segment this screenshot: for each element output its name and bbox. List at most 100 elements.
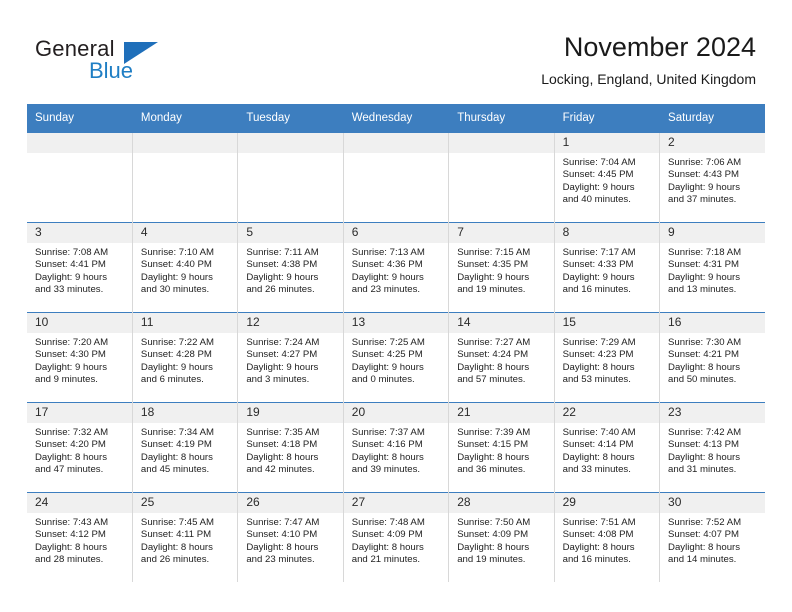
calendar-day-cell[interactable]: 18 Sunrise: 7:34 AM Sunset: 4:19 PM Dayligh… (132, 402, 239, 493)
daylight-duration-line2: and 50 minutes. (668, 374, 737, 386)
calendar-cell-empty (27, 132, 133, 223)
calendar-day-cell[interactable]: 17 Sunrise: 7:32 AM Sunset: 4:20 PM Dayligh… (27, 402, 133, 493)
weekday-header-tuesday: Tuesday (237, 104, 344, 133)
sunset-time: Sunset: 4:35 PM (457, 259, 529, 271)
calendar-day-cell[interactable]: 4 Sunrise: 7:10 AM Sunset: 4:40 PM Daylight… (132, 222, 239, 313)
daylight-duration-line2: and 57 minutes. (457, 374, 526, 386)
daylight-duration-line1: Daylight: 9 hours (668, 271, 741, 283)
day-number (238, 133, 343, 153)
day-number: 12 (238, 313, 343, 333)
page-header: General Blue November 2024 Locking, Engl… (0, 0, 792, 100)
daylight-duration-line1: Daylight: 9 hours (562, 181, 635, 193)
calendar-day-cell[interactable]: 15 Sunrise: 7:29 AM Sunset: 4:23 PM Dayligh… (554, 312, 661, 403)
daylight-duration-line2: and 33 minutes. (35, 284, 104, 296)
sunset-time: Sunset: 4:14 PM (562, 439, 634, 451)
calendar-day-cell[interactable]: 7 Sunrise: 7:15 AM Sunset: 4:35 PM Daylight… (448, 222, 555, 313)
daylight-duration-line1: Daylight: 8 hours (457, 361, 530, 373)
day-number: 1 (554, 133, 659, 153)
sunset-time: Sunset: 4:07 PM (668, 529, 739, 541)
day-number: 11 (132, 313, 237, 333)
sunrise-time: Sunrise: 7:20 AM (35, 337, 109, 348)
day-number: 24 (27, 493, 132, 513)
calendar-cell-empty (237, 132, 344, 223)
daylight-duration-line1: Daylight: 8 hours (562, 361, 635, 373)
daylight-duration-line2: and 6 minutes. (140, 374, 204, 386)
sunrise-time: Sunrise: 7:06 AM (668, 157, 742, 168)
sunset-time: Sunset: 4:19 PM (140, 439, 212, 451)
sunset-time: Sunset: 4:15 PM (457, 439, 529, 451)
weekday-header-sunday: Sunday (27, 104, 133, 133)
calendar-week-row: 17 Sunrise: 7:32 AM Sunset: 4:20 PM Dayligh… (27, 402, 765, 493)
sun-times: Sunrise: 7:22 AM Sunset: 4:28 PM Daylight:… (133, 333, 237, 387)
sunrise-time: Sunrise: 7:13 AM (351, 247, 425, 258)
sun-times: Sunrise: 7:35 AM Sunset: 4:18 PM Daylight:… (238, 423, 342, 477)
calendar-day-cell[interactable]: 25 Sunrise: 7:45 AM Sunset: 4:11 PM Dayligh… (132, 492, 239, 582)
calendar-day-cell[interactable]: 26 Sunrise: 7:47 AM Sunset: 4:10 PM Dayligh… (237, 492, 344, 582)
calendar-table: Sunday Monday Tuesday Wednesday Thursday… (27, 104, 765, 582)
daylight-duration-line2: and 39 minutes. (351, 464, 421, 476)
daylight-duration-line2: and 37 minutes. (668, 194, 737, 206)
general-blue-logo[interactable]: General Blue (35, 36, 255, 92)
calendar-day-cell[interactable]: 27 Sunrise: 7:48 AM Sunset: 4:09 PM Dayligh… (343, 492, 450, 582)
calendar-week-row: 24 Sunrise: 7:43 AM Sunset: 4:12 PM Dayligh… (27, 492, 765, 582)
calendar-day-cell[interactable]: 30 Sunrise: 7:52 AM Sunset: 4:07 PM Dayligh… (659, 492, 765, 582)
daylight-duration-line1: Daylight: 8 hours (140, 451, 213, 463)
daylight-duration-line1: Daylight: 9 hours (140, 271, 213, 283)
daylight-duration-line1: Daylight: 8 hours (351, 451, 424, 463)
calendar-day-cell[interactable]: 22 Sunrise: 7:40 AM Sunset: 4:14 PM Dayligh… (554, 402, 661, 493)
sun-times: Sunrise: 7:39 AM Sunset: 4:15 PM Daylight:… (449, 423, 553, 477)
sunset-time: Sunset: 4:36 PM (351, 259, 423, 271)
daylight-duration-line1: Daylight: 8 hours (35, 451, 107, 463)
calendar-day-cell[interactable]: 21 Sunrise: 7:39 AM Sunset: 4:15 PM Dayligh… (448, 402, 555, 493)
calendar-day-cell[interactable]: 11 Sunrise: 7:22 AM Sunset: 4:28 PM Dayligh… (132, 312, 239, 403)
daylight-duration-line2: and 23 minutes. (246, 554, 315, 566)
sunrise-time: Sunrise: 7:04 AM (562, 157, 636, 168)
sun-times: Sunrise: 7:50 AM Sunset: 4:09 PM Daylight:… (449, 513, 553, 567)
daylight-duration-line1: Daylight: 9 hours (35, 361, 107, 373)
calendar-day-cell[interactable]: 13 Sunrise: 7:25 AM Sunset: 4:25 PM Dayligh… (343, 312, 450, 403)
sunset-time: Sunset: 4:43 PM (668, 169, 739, 181)
daylight-duration-line2: and 31 minutes. (668, 464, 737, 476)
calendar-day-cell[interactable]: 12 Sunrise: 7:24 AM Sunset: 4:27 PM Dayligh… (237, 312, 344, 403)
calendar-day-cell[interactable]: 5 Sunrise: 7:11 AM Sunset: 4:38 PM Daylight… (237, 222, 344, 313)
sun-times: Sunrise: 7:10 AM Sunset: 4:40 PM Daylight:… (133, 243, 237, 297)
calendar-day-cell[interactable]: 28 Sunrise: 7:50 AM Sunset: 4:09 PM Dayligh… (448, 492, 555, 582)
calendar-cell-empty (448, 132, 555, 223)
day-number: 27 (343, 493, 448, 513)
calendar-day-cell[interactable]: 10 Sunrise: 7:20 AM Sunset: 4:30 PM Dayligh… (27, 312, 133, 403)
day-number: 13 (343, 313, 448, 333)
day-number: 28 (449, 493, 554, 513)
calendar-day-cell[interactable]: 24 Sunrise: 7:43 AM Sunset: 4:12 PM Dayligh… (27, 492, 133, 582)
calendar-day-cell[interactable]: 16 Sunrise: 7:30 AM Sunset: 4:21 PM Dayligh… (659, 312, 765, 403)
sunrise-time: Sunrise: 7:17 AM (562, 247, 636, 258)
calendar-body: 1 Sunrise: 7:04 AM Sunset: 4:45 PM Daylight… (27, 132, 765, 582)
calendar-day-cell[interactable]: 14 Sunrise: 7:27 AM Sunset: 4:24 PM Dayligh… (448, 312, 555, 403)
day-number (343, 133, 448, 153)
calendar-day-cell[interactable]: 3 Sunrise: 7:08 AM Sunset: 4:41 PM Daylight… (27, 222, 133, 313)
daylight-duration-line1: Daylight: 8 hours (668, 361, 741, 373)
calendar-day-cell[interactable]: 29 Sunrise: 7:51 AM Sunset: 4:08 PM Dayligh… (554, 492, 661, 582)
calendar-header-row: Sunday Monday Tuesday Wednesday Thursday… (27, 104, 765, 133)
daylight-duration-line2: and 14 minutes. (668, 554, 737, 566)
calendar-day-cell[interactable]: 2 Sunrise: 7:06 AM Sunset: 4:43 PM Daylight… (659, 132, 765, 223)
calendar-day-cell[interactable]: 19 Sunrise: 7:35 AM Sunset: 4:18 PM Dayligh… (237, 402, 344, 493)
sun-times: Sunrise: 7:29 AM Sunset: 4:23 PM Daylight:… (555, 333, 659, 387)
sunset-time: Sunset: 4:28 PM (140, 349, 212, 361)
sun-times: Sunrise: 7:51 AM Sunset: 4:08 PM Daylight:… (555, 513, 659, 567)
calendar-page: General Blue November 2024 Locking, Engl… (0, 0, 792, 612)
sunset-time: Sunset: 4:30 PM (35, 349, 106, 361)
daylight-duration-line2: and 53 minutes. (562, 374, 631, 386)
sun-times: Sunrise: 7:06 AM Sunset: 4:43 PM Daylight:… (660, 153, 765, 207)
calendar-day-cell[interactable]: 20 Sunrise: 7:37 AM Sunset: 4:16 PM Dayligh… (343, 402, 450, 493)
day-number: 19 (238, 403, 343, 423)
calendar-day-cell[interactable]: 8 Sunrise: 7:17 AM Sunset: 4:33 PM Daylight… (554, 222, 661, 313)
daylight-duration-line2: and 3 minutes. (246, 374, 310, 386)
weekday-header-friday: Friday (554, 104, 661, 133)
daylight-duration-line1: Daylight: 8 hours (246, 451, 319, 463)
calendar-day-cell[interactable]: 9 Sunrise: 7:18 AM Sunset: 4:31 PM Daylight… (659, 222, 765, 313)
sunset-time: Sunset: 4:25 PM (351, 349, 423, 361)
daylight-duration-line2: and 23 minutes. (351, 284, 421, 296)
calendar-day-cell[interactable]: 1 Sunrise: 7:04 AM Sunset: 4:45 PM Daylight… (554, 132, 661, 223)
calendar-day-cell[interactable]: 6 Sunrise: 7:13 AM Sunset: 4:36 PM Daylight… (343, 222, 450, 313)
calendar-day-cell[interactable]: 23 Sunrise: 7:42 AM Sunset: 4:13 PM Dayligh… (659, 402, 765, 493)
